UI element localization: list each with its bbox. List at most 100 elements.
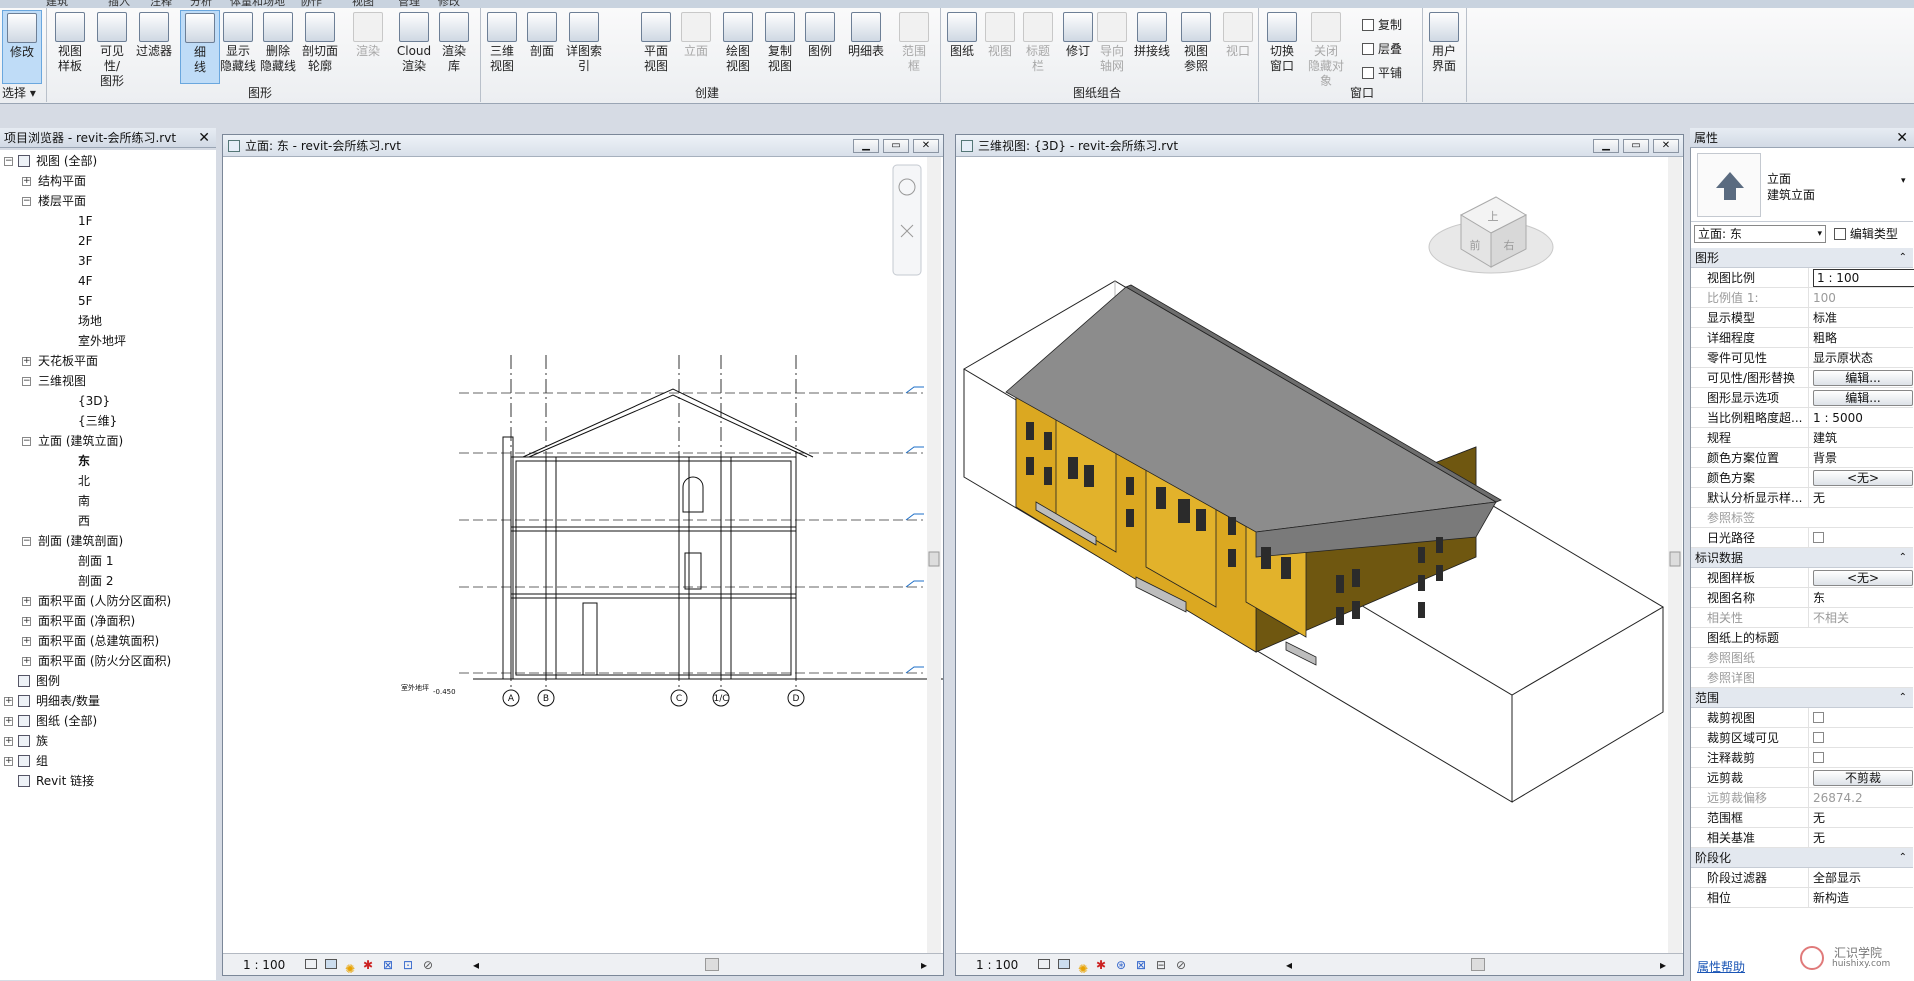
tree-item[interactable]: {三维} — [0, 412, 216, 430]
maximize-button[interactable]: ▭ — [1623, 139, 1649, 153]
tree-item[interactable]: + 组 — [0, 752, 216, 770]
sheet-button-4[interactable]: 导向 轴网 — [1092, 10, 1132, 84]
property-value[interactable]: 无 — [1813, 491, 1825, 505]
create-button-3[interactable]: 平面 视图 — [636, 10, 676, 84]
graphics-button-0[interactable]: 视图 样板 — [50, 10, 90, 84]
scroll-left-icon[interactable]: ◂ — [473, 954, 479, 976]
ribbon-tab[interactable]: 插入 — [108, 0, 130, 8]
expand-icon[interactable]: + — [4, 697, 13, 706]
tree-item[interactable]: 剖面 2 — [0, 572, 216, 590]
create-button-8[interactable]: 明细表 — [846, 10, 886, 84]
property-value[interactable]: 无 — [1813, 811, 1825, 825]
property-button[interactable]: <无> — [1813, 570, 1913, 586]
collapse-icon[interactable]: ⌃ — [1899, 688, 1907, 708]
maximize-button[interactable]: ▭ — [883, 139, 909, 153]
graphics-button-5[interactable]: 删除 隐藏线 — [258, 10, 298, 84]
expand-icon[interactable]: + — [22, 637, 31, 646]
tree-item[interactable]: 5F — [0, 292, 216, 310]
tree-item[interactable]: + 族 — [0, 732, 216, 750]
view-scale[interactable]: 1 : 100 — [243, 954, 285, 976]
window-small-button[interactable]: 层叠 — [1362, 40, 1402, 57]
tree-item[interactable]: 南 — [0, 492, 216, 510]
window-small-button[interactable]: 平铺 — [1362, 64, 1402, 81]
sheet-button-2[interactable]: 标题 栏 — [1018, 10, 1058, 84]
graphics-button-3[interactable]: 细 线 — [180, 10, 220, 84]
property-value[interactable]: 标准 — [1813, 311, 1837, 325]
properties-help-link[interactable]: 属性帮助 — [1697, 958, 1745, 975]
property-value[interactable]: 无 — [1813, 831, 1825, 845]
property-value[interactable]: 1 : 5000 — [1813, 411, 1863, 425]
tree-item[interactable]: 场地 — [0, 312, 216, 330]
tree-item[interactable]: + 结构平面 — [0, 172, 216, 190]
ribbon-tab[interactable]: 管理 — [398, 0, 420, 8]
property-checkbox[interactable] — [1813, 752, 1824, 763]
property-button[interactable]: 不剪裁 — [1813, 770, 1913, 786]
expand-icon[interactable]: + — [22, 617, 31, 626]
user-interface-button[interactable]: 用户 界面 — [1424, 10, 1464, 84]
minimize-button[interactable]: ▁ — [1593, 139, 1619, 153]
expand-icon[interactable]: + — [22, 177, 31, 186]
tree-item[interactable]: + 面积平面 (总建筑面积) — [0, 632, 216, 650]
tree-item[interactable]: + 面积平面 (净面积) — [0, 612, 216, 630]
scroll-left-icon[interactable]: ◂ — [1286, 954, 1292, 976]
tree-item[interactable]: − 视图 (全部) — [0, 152, 216, 170]
scroll-right-icon[interactable]: ▸ — [921, 954, 927, 976]
expand-icon[interactable]: + — [4, 717, 13, 726]
sun-path-icon[interactable]: ✺ — [1078, 958, 1088, 980]
property-value[interactable]: 背景 — [1813, 451, 1837, 465]
minimize-button[interactable]: ▁ — [853, 139, 879, 153]
property-section[interactable]: 范围 ⌃ — [1691, 688, 1913, 708]
graphics-button-9[interactable]: 渲染 库 — [434, 10, 474, 84]
expand-icon[interactable]: + — [4, 737, 13, 746]
graphics-button-2[interactable]: 过滤器 — [134, 10, 174, 84]
property-checkbox[interactable] — [1813, 532, 1824, 543]
collapse-icon[interactable]: − — [22, 377, 31, 386]
expand-icon[interactable]: + — [22, 657, 31, 666]
property-button[interactable]: 编辑... — [1813, 390, 1913, 406]
collapse-icon[interactable]: ⌃ — [1899, 548, 1907, 568]
show-crop-icon[interactable]: ⊡ — [403, 954, 413, 976]
property-value[interactable]: 粗略 — [1813, 331, 1837, 345]
sheet-button-1[interactable]: 视图 — [980, 10, 1020, 84]
property-section[interactable]: 图形 ⌃ — [1691, 248, 1913, 268]
close-button[interactable]: ✕ — [1653, 139, 1679, 153]
tree-item[interactable]: − 剖面 (建筑剖面) — [0, 532, 216, 550]
temporary-hide-icon[interactable]: ⊘ — [423, 954, 433, 976]
graphics-button-7[interactable]: 渲染 — [348, 10, 388, 84]
property-section[interactable]: 标识数据 ⌃ — [1691, 548, 1913, 568]
close-hidden-button[interactable]: 关闭 隐藏对象 — [1306, 10, 1346, 88]
tree-item[interactable]: + 图纸 (全部) — [0, 712, 216, 730]
ribbon-tab[interactable]: 视图 — [352, 0, 374, 8]
property-checkbox[interactable] — [1813, 712, 1824, 723]
expand-icon[interactable]: + — [4, 757, 13, 766]
create-button-2[interactable]: 详图索引 — [564, 10, 604, 84]
collapse-icon[interactable]: ⌃ — [1899, 248, 1907, 268]
tree-item[interactable]: Revit 链接 — [0, 772, 216, 790]
create-button-7[interactable]: 图例 — [800, 10, 840, 84]
tree-item[interactable]: − 立面 (建筑立面) — [0, 432, 216, 450]
edit-type-button[interactable]: 编辑类型 — [1834, 225, 1898, 242]
view-scale[interactable]: 1 : 100 — [976, 954, 1018, 976]
ribbon-tab[interactable]: 分析 — [190, 0, 212, 8]
temporary-hide-icon[interactable]: ⊘ — [1176, 954, 1186, 976]
detail-level-icon[interactable] — [1038, 959, 1050, 969]
ribbon-tab[interactable]: 建筑 — [46, 0, 68, 8]
crop-view-icon[interactable]: ⊠ — [383, 954, 393, 976]
graphics-button-4[interactable]: 显示 隐藏线 — [218, 10, 258, 84]
sheet-button-5[interactable]: 拼接线 — [1132, 10, 1172, 84]
elevation-canvas[interactable]: A B C 1/C D 室外地坪 -0.450 — [223, 157, 943, 954]
sheet-button-0[interactable]: 图纸 — [942, 10, 982, 84]
property-value[interactable]: 东 — [1813, 591, 1825, 605]
visual-style-icon[interactable] — [325, 959, 337, 969]
property-value[interactable]: 全部显示 — [1813, 871, 1861, 885]
collapse-icon[interactable]: − — [22, 537, 31, 546]
sheet-button-6[interactable]: 视图 参照 — [1176, 10, 1216, 84]
tree-item[interactable]: 西 — [0, 512, 216, 530]
ribbon-tab[interactable]: 修改 — [438, 0, 460, 8]
tree-item[interactable]: 北 — [0, 472, 216, 490]
create-button-5[interactable]: 绘图 视图 — [718, 10, 758, 84]
tree-item[interactable]: 3F — [0, 252, 216, 270]
horizontal-scroll-thumb[interactable] — [705, 958, 719, 971]
graphics-button-1[interactable]: 可见性/ 图形 — [92, 10, 132, 88]
tree-item[interactable]: 1F — [0, 212, 216, 230]
